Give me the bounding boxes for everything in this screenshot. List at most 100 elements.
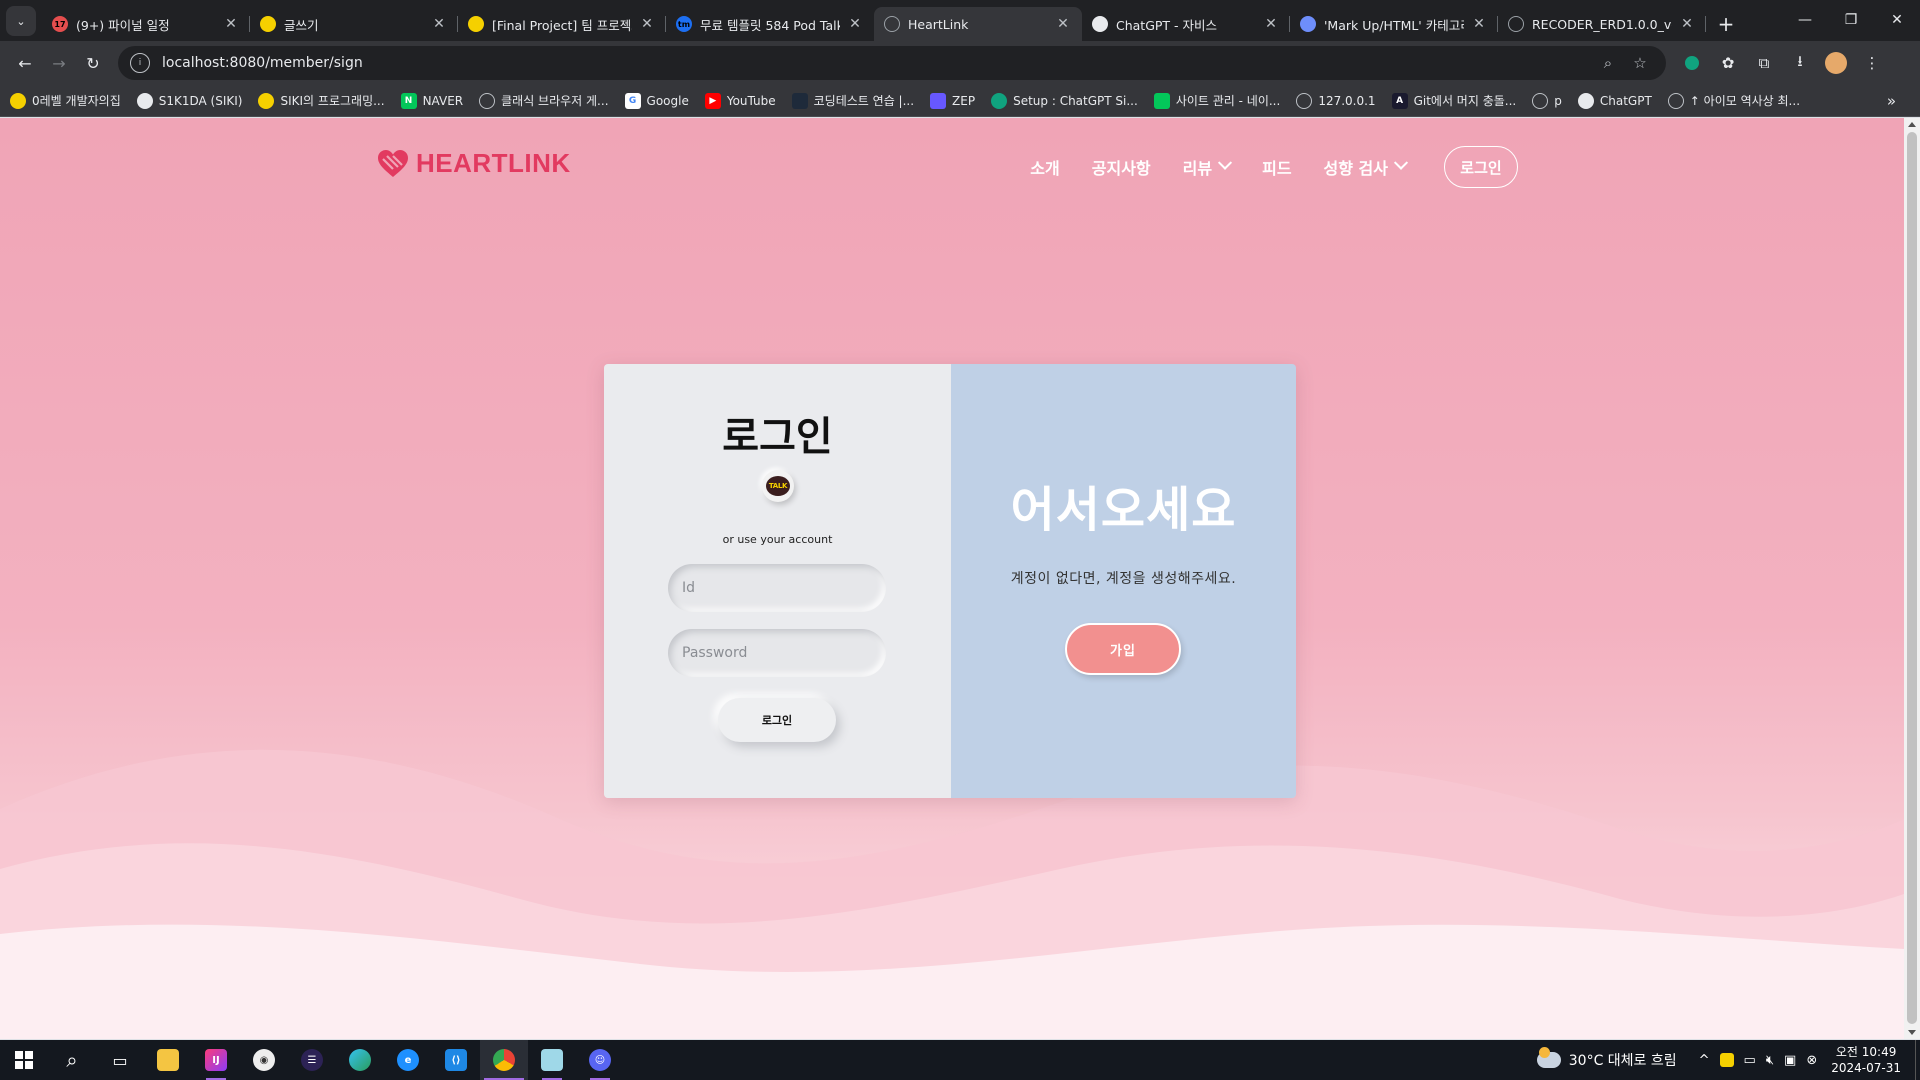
login-submit-button[interactable]: 로그인 <box>718 698 836 742</box>
menu-kebab-icon[interactable]: ⋮ <box>1854 46 1890 80</box>
bookmark-item[interactable]: SIKI의 프로그래밍... <box>258 92 385 109</box>
discord-button[interactable]: ☺ <box>576 1040 624 1080</box>
bookmarks-overflow-icon[interactable]: » <box>1887 92 1896 110</box>
intellij-button[interactable]: IJ <box>192 1040 240 1080</box>
bookmark-item[interactable]: A Git에서 머지 충돌... <box>1391 92 1516 109</box>
tab-search-button[interactable]: ⌄ <box>6 6 36 36</box>
windows-logo-icon <box>15 1051 33 1069</box>
address-bar[interactable]: i localhost:8080/member/sign ⌕ ☆ <box>118 46 1666 80</box>
browser-tab[interactable]: 글쓰기 ✕ <box>250 7 458 41</box>
nav-item-review[interactable]: 리뷰 <box>1183 155 1233 179</box>
chatgpt-extension-icon[interactable] <box>1674 46 1710 80</box>
network-icon[interactable]: ▣ <box>1784 1053 1796 1068</box>
bookmark-item[interactable]: N NAVER <box>400 92 463 109</box>
scrollbar-thumb[interactable] <box>1907 132 1917 1024</box>
nav-item-feed[interactable]: 피드 <box>1262 155 1291 179</box>
header-login-button[interactable]: 로그인 <box>1444 146 1518 188</box>
zoom-icon[interactable]: ⌕ <box>1592 54 1624 72</box>
notification-icon[interactable]: ⊗ <box>1806 1053 1817 1068</box>
bookmark-item[interactable]: ↑ 아이모 역사상 최... <box>1667 92 1800 109</box>
tm-icon: tm <box>676 16 692 32</box>
scroll-down-icon[interactable] <box>1908 1030 1916 1035</box>
browser-tab[interactable]: [Final Project] 팀 프로젝트 ✕ <box>458 7 666 41</box>
task-view-button[interactable]: ▭ <box>96 1040 144 1080</box>
nav-item-notice[interactable]: 공지사항 <box>1092 155 1151 179</box>
speaker-muted-icon[interactable]: 🔇︎ <box>1766 1053 1774 1068</box>
close-tab-icon[interactable]: ✕ <box>222 15 240 33</box>
password-input[interactable] <box>668 629 886 677</box>
forward-button[interactable]: → <box>42 46 76 80</box>
signup-button[interactable]: 가입 <box>1065 623 1181 675</box>
bookmark-item[interactable]: G Google <box>624 92 689 109</box>
close-tab-icon[interactable]: ✕ <box>1470 15 1488 33</box>
bookmark-item[interactable]: ChatGPT <box>1577 92 1652 109</box>
tab-title: RECODER_ERD1.0.0_ver.p <box>1532 16 1672 32</box>
chrome-button[interactable] <box>480 1040 528 1080</box>
scroll-up-icon[interactable] <box>1908 122 1916 127</box>
bookmark-item[interactable]: ▶ YouTube <box>704 92 776 109</box>
new-tab-button[interactable]: + <box>1712 10 1740 38</box>
id-input[interactable] <box>668 564 886 612</box>
url-text[interactable]: localhost:8080/member/sign <box>162 55 1592 71</box>
bookmark-item[interactable]: 클래식 브라우저 게... <box>479 92 609 109</box>
close-tab-icon[interactable]: ✕ <box>638 15 656 33</box>
battery-icon[interactable]: ▭ <box>1744 1053 1756 1068</box>
bookmark-star-icon[interactable]: ☆ <box>1624 54 1656 72</box>
bookmark-item[interactable]: p <box>1532 92 1562 109</box>
bookmark-item[interactable]: 코딩테스트 연습 |... <box>791 92 914 109</box>
browser-tab[interactable]: HeartLink ✕ <box>874 7 1082 41</box>
start-button[interactable] <box>0 1040 48 1080</box>
bookmark-item[interactable]: S1K1DA (SIKI) <box>136 92 242 109</box>
show-desktop-button[interactable] <box>1915 1040 1920 1080</box>
ie-button[interactable]: e <box>384 1040 432 1080</box>
notepad-button[interactable] <box>528 1040 576 1080</box>
browser-tab[interactable]: 'Mark Up/HTML' 카테고리 ✕ <box>1290 7 1498 41</box>
restore-button[interactable]: ❐ <box>1828 0 1874 40</box>
bookmark-item[interactable]: ZEP <box>930 92 975 109</box>
eclipse-button[interactable]: ☰ <box>288 1040 336 1080</box>
kakao-login-button[interactable]: TALK <box>762 470 794 502</box>
browser-tab-strip: ⌄ 17 (9+) 파이널 일정 ✕ 글쓰기 ✕ [Final Project] 팀 프로… <box>0 0 1920 41</box>
back-button[interactable]: ← <box>8 46 42 80</box>
nav-item-personality-test[interactable]: 성향 검사 <box>1324 155 1409 179</box>
browser-tab[interactable]: RECODER_ERD1.0.0_ver.p ✕ <box>1498 7 1706 41</box>
profile-avatar[interactable] <box>1818 46 1854 80</box>
bookmark-item[interactable]: 사이트 관리 - 네이... <box>1153 92 1280 109</box>
minimize-button[interactable]: — <box>1782 0 1828 40</box>
site-info-icon[interactable]: i <box>130 53 150 73</box>
weather-widget[interactable]: 30°C 대체로 흐림 <box>1536 1047 1677 1070</box>
vscode-button[interactable]: ⟨⟩ <box>432 1040 480 1080</box>
kakaotalk-tray-icon[interactable] <box>1719 1053 1734 1067</box>
bookmark-item[interactable]: Setup : ChatGPT Si... <box>991 92 1138 109</box>
github-desktop-button[interactable]: ◉ <box>240 1040 288 1080</box>
reload-button[interactable]: ↻ <box>76 46 110 80</box>
edge-button[interactable] <box>336 1040 384 1080</box>
download-icon[interactable]: ⭳ <box>1782 46 1818 80</box>
site-logo[interactable]: HEARTLINK <box>376 148 571 179</box>
close-tab-icon[interactable]: ✕ <box>1262 15 1280 33</box>
search-button[interactable]: ⌕ <box>48 1040 96 1080</box>
browser-tab[interactable]: 17 (9+) 파이널 일정 ✕ <box>42 7 250 41</box>
browser-tab[interactable]: ChatGPT - 자비스 ✕ <box>1082 7 1290 41</box>
clock[interactable]: 오전 10:49 2024-07-31 <box>1831 1044 1901 1076</box>
bookmark-item[interactable]: 127.0.0.1 <box>1296 92 1376 109</box>
page-scrollbar[interactable] <box>1904 118 1920 1039</box>
heart-logo-icon <box>378 149 408 177</box>
puzzle-icon[interactable]: ⧉ <box>1746 46 1782 80</box>
openai-extension-icon[interactable]: ✿ <box>1710 46 1746 80</box>
browser-tab[interactable]: tm 무료 템플릿 584 Pod Talk ✕ <box>666 7 874 41</box>
tab-title: ChatGPT - 자비스 <box>1116 17 1218 33</box>
chevron-up-icon[interactable]: ^ <box>1699 1053 1710 1068</box>
nav-item-intro[interactable]: 소개 <box>1030 155 1059 179</box>
close-tab-icon[interactable]: ✕ <box>1054 15 1072 33</box>
bookmark-item[interactable]: 0레벨 개발자의집 <box>10 92 121 109</box>
close-tab-icon[interactable]: ✕ <box>430 15 448 33</box>
chatgpt-icon <box>1577 92 1594 109</box>
welcome-panel: 어서오세요 계정이 없다면, 계정을 생성해주세요. 가입 <box>951 364 1296 798</box>
close-window-button[interactable]: ✕ <box>1874 0 1920 40</box>
close-tab-icon[interactable]: ✕ <box>1678 15 1696 33</box>
auth-card: 로그인 TALK or use your account 로그인 어서오세요 계… <box>604 364 1296 798</box>
file-explorer-button[interactable] <box>144 1040 192 1080</box>
close-tab-icon[interactable]: ✕ <box>846 15 864 33</box>
window-controls: — ❐ ✕ <box>1782 0 1920 40</box>
